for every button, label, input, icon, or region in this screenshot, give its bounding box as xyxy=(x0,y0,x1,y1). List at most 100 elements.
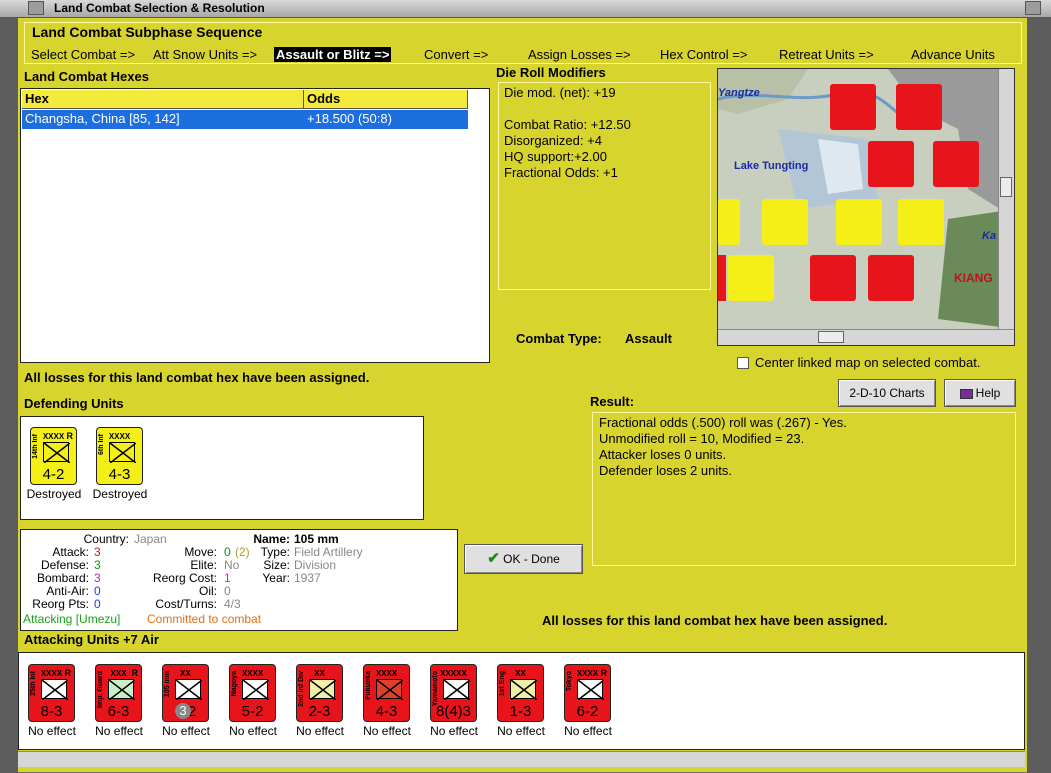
unit-strength: 8-3 xyxy=(40,703,63,720)
unit-counter-body[interactable]: XXXX Fukuoka 4-3 xyxy=(363,664,410,722)
nato-symbol-icon xyxy=(242,679,270,701)
seq-step-assault-blitz[interactable]: Assault or Blitz => xyxy=(274,47,392,62)
right-frame xyxy=(1027,18,1051,773)
unit-strength: 4-2 xyxy=(42,466,65,483)
losses-assigned-message: All losses for this land combat hex have… xyxy=(24,370,370,385)
result-box: Fractional odds (.500) roll was (.267) -… xyxy=(592,412,1016,566)
die-roll-modifiers-box: Die mod. (net): +19 Combat Ratio: +12.50… xyxy=(498,82,711,290)
unit-strength: 5-2 xyxy=(241,703,264,720)
unit-name-label: Tokyo xyxy=(566,671,573,692)
seq-step-retreat[interactable]: Retreat Units => xyxy=(779,47,874,62)
committed-text: Committed to combat xyxy=(147,612,262,626)
combat-type-value: Assault xyxy=(625,331,672,346)
map-horizontal-scrollbar[interactable] xyxy=(718,329,1014,345)
bombard-value: 3 xyxy=(94,571,101,585)
reserve-flag: R xyxy=(600,668,608,678)
nato-symbol-icon xyxy=(175,679,203,701)
table-cell-odds[interactable]: +18.500 (50:8) xyxy=(304,110,468,129)
elite-label: Elite: xyxy=(190,558,217,572)
modifier-line: Combat Ratio: +12.50 xyxy=(504,117,631,132)
country-value: Japan xyxy=(134,532,167,546)
type-value: Field Artillery xyxy=(294,545,363,559)
defense-label: Defense: xyxy=(40,558,89,572)
size-value: Division xyxy=(294,558,337,572)
reorg-cost-value: 1 xyxy=(224,571,231,585)
column-header-hex[interactable]: Hex xyxy=(22,90,304,109)
window-control-icon[interactable] xyxy=(1025,1,1041,15)
modifier-line: Die mod. (net): +19 xyxy=(504,85,616,100)
unit-strength: 6-2 xyxy=(576,703,599,720)
unit-name-label: 105 mm xyxy=(164,671,171,698)
attack-label: Attack: xyxy=(52,545,89,559)
unit-strength: 1-3 xyxy=(509,703,532,720)
cost-turns-value: 4/3 xyxy=(224,597,241,611)
unit-counter-body[interactable]: XXXXX Yamamoto 8(4)3 xyxy=(430,664,477,722)
seq-step-convert[interactable]: Convert => xyxy=(424,47,488,62)
ok-done-button[interactable]: ✔ OK - Done xyxy=(464,544,583,574)
map-label-yangtze: Yangtze xyxy=(718,87,760,99)
result-line: Unmodified roll = 10, Modified = 23. xyxy=(599,431,805,446)
unit-strength: 6-3 xyxy=(107,703,130,720)
unit-counter-body[interactable]: XXX Imp. Guard R 6-3 xyxy=(95,664,142,722)
unit-counter-body[interactable]: XXXX 6th Inf 4-3 xyxy=(96,427,143,485)
system-menu-icon[interactable] xyxy=(28,1,44,15)
map-terrain: Yangtze Lake Tungting KIANG Ka xyxy=(718,69,1014,345)
unit-name-label: Nagoya xyxy=(231,671,238,697)
result-title: Result: xyxy=(590,394,635,409)
help-button[interactable]: Help xyxy=(944,379,1016,407)
unit-counter-body[interactable]: XXXX 25th Inf R 8-3 xyxy=(28,664,75,722)
die-roll-title: Die Roll Modifiers xyxy=(496,65,606,80)
sequence-title: Land Combat Subphase Sequence xyxy=(32,24,263,40)
unit-name-label: Fukuoka xyxy=(365,671,372,700)
seq-step-assign-losses[interactable]: Assign Losses => xyxy=(528,47,631,62)
move-label: Move: xyxy=(184,545,217,559)
oil-value: 0 xyxy=(224,584,231,598)
seq-step-att-snow[interactable]: Att Snow Units => xyxy=(153,47,257,62)
nato-symbol-icon xyxy=(109,442,137,464)
nato-symbol-icon xyxy=(41,679,69,701)
table-cell-hex[interactable]: Changsha, China [85, 142] xyxy=(22,110,304,129)
attacking-units-box: XXXX 25th Inf R 8-3 No effect XXX Imp. Guard R 6… xyxy=(18,652,1025,750)
move-value: 0 xyxy=(224,545,231,559)
unit-name-label: Name: xyxy=(253,532,290,546)
map-vertical-scrollbar[interactable] xyxy=(998,69,1014,345)
reorg-pts-label: Reorg Pts: xyxy=(32,597,89,611)
charts-button[interactable]: 2-D-10 Charts xyxy=(838,379,936,407)
nato-symbol-icon xyxy=(309,679,337,701)
bottom-scrollbar[interactable] xyxy=(18,751,1025,767)
unit-info-panel: Country: Japan Attack: 3 Defense: 3 Bomb… xyxy=(20,529,458,631)
unit-name-label: 1st Eng xyxy=(499,671,506,697)
unit-counter-body[interactable]: XXXX 14th Inf R 4-2 xyxy=(30,427,77,485)
window-titlebar[interactable]: Land Combat Selection & Resolution xyxy=(0,0,1051,18)
unit-name-label: 25th Inf xyxy=(30,671,37,696)
reserve-flag: R xyxy=(66,431,74,441)
unit-badge: 3 xyxy=(175,703,191,719)
unit-counter-body[interactable]: XX105 mm3-23 xyxy=(162,664,209,722)
modifier-line: HQ support:+2.00 xyxy=(504,149,607,164)
window-title: Land Combat Selection & Resolution xyxy=(54,1,265,15)
unit-counter-body[interactable]: XX 2nd Inf Div 2-3 xyxy=(296,664,343,722)
country-label: Country: xyxy=(83,532,129,546)
modifier-line: Disorganized: +4 xyxy=(504,133,602,148)
map-label-ka: Ka xyxy=(982,230,996,242)
unit-status: No effect xyxy=(28,724,76,738)
center-linked-checkbox[interactable] xyxy=(737,357,749,369)
seq-step-advance[interactable]: Advance Units xyxy=(911,47,995,62)
seq-step-hex-control[interactable]: Hex Control => xyxy=(660,47,747,62)
column-header-odds[interactable]: Odds xyxy=(304,90,468,109)
reserve-flag: R xyxy=(64,668,72,678)
nato-symbol-icon xyxy=(108,679,136,701)
seq-step-select-combat[interactable]: Select Combat => xyxy=(31,47,135,62)
result-line: Attacker loses 0 units. xyxy=(599,447,727,462)
attack-value: 3 xyxy=(94,545,101,559)
nato-symbol-icon xyxy=(376,679,404,701)
defending-units-box: XXXX 14th Inf R 4-2 Destroyed XXXX 6th Inf 4-3 D… xyxy=(20,416,424,520)
unit-status: No effect xyxy=(229,724,277,738)
unit-counter-body[interactable]: XX 1st Eng 1-3 xyxy=(497,664,544,722)
unit-counter-body[interactable]: XXXX Tokyo R 6-2 xyxy=(564,664,611,722)
bombard-label: Bombard: xyxy=(36,571,89,585)
left-frame xyxy=(0,18,18,773)
move-extra-value: (2) xyxy=(235,545,250,559)
mini-map[interactable]: Yangtze Lake Tungting KIANG Ka xyxy=(717,68,1015,346)
unit-counter-body[interactable]: XXXX Nagoya 5-2 xyxy=(229,664,276,722)
